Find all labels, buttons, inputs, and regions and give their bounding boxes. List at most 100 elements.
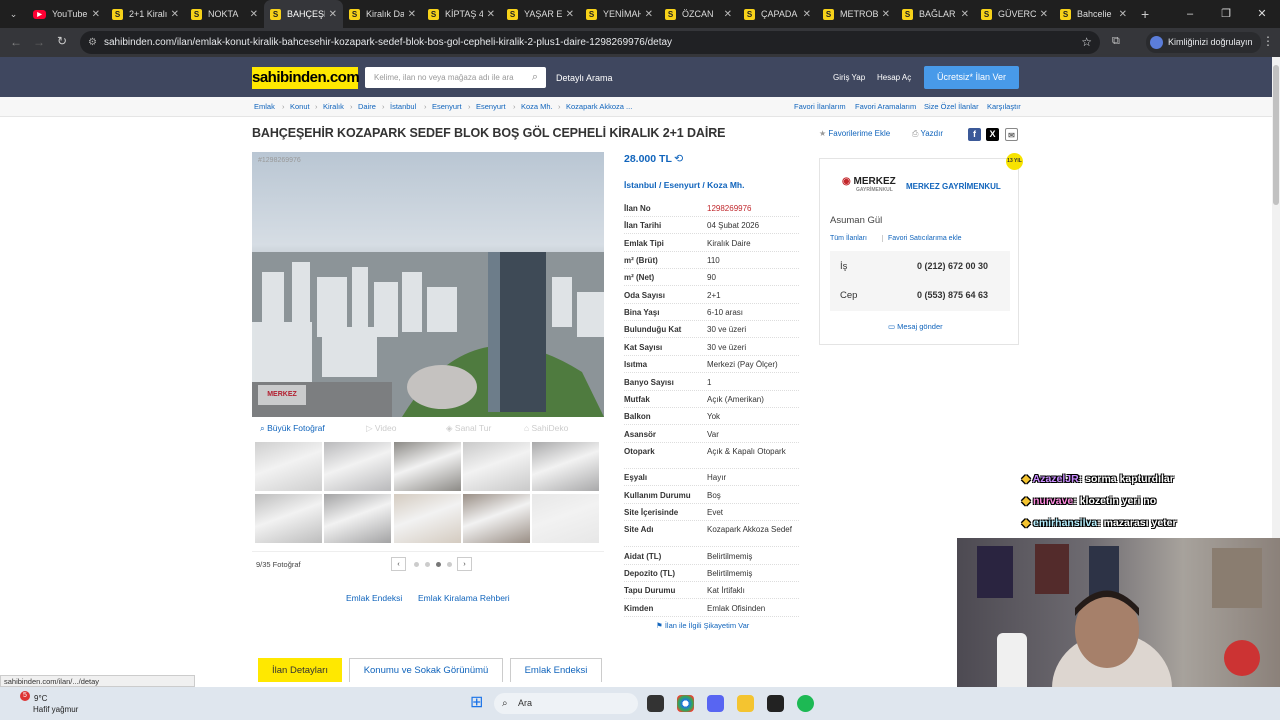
location-district[interactable]: Esenyurt bbox=[664, 180, 700, 190]
big-photo-link[interactable]: ⌕ Büyük Fotoğraf bbox=[260, 423, 325, 434]
sahideko-link[interactable]: ⌂ SahiDeko bbox=[524, 423, 568, 433]
chrome-icon[interactable] bbox=[677, 695, 694, 712]
close-tab-icon[interactable]: ✕ bbox=[92, 9, 100, 20]
forward-icon[interactable]: → bbox=[33, 35, 45, 49]
add-fav-seller-link[interactable]: Favori Satıcılarıma ekle bbox=[882, 235, 962, 242]
prev-photo-button[interactable]: ‹ bbox=[391, 557, 406, 571]
store-logo[interactable]: ◉ MERKEZ GAYRİMENKUL bbox=[842, 176, 896, 193]
site-logo[interactable]: sahibinden.com bbox=[252, 67, 360, 89]
browser-tab[interactable]: S 2+1 Kiralık ✕ bbox=[106, 0, 185, 28]
browser-tab[interactable]: S YENİMAH ✕ bbox=[580, 0, 659, 28]
taskbar-search[interactable]: ⌕ Ara bbox=[494, 693, 638, 714]
email-share-icon[interactable]: ✉ bbox=[1005, 128, 1018, 141]
detailed-search-link[interactable]: Detaylı Arama bbox=[556, 73, 613, 83]
obs-icon[interactable] bbox=[767, 695, 784, 712]
photo-thumbnail[interactable] bbox=[255, 494, 322, 543]
close-tab-icon[interactable]: ✕ bbox=[250, 9, 258, 20]
browser-tab[interactable]: S Kiralık Daire ✕ bbox=[343, 0, 422, 28]
close-tab-icon[interactable]: ✕ bbox=[803, 9, 811, 20]
pager-dot[interactable] bbox=[414, 562, 419, 567]
login-link[interactable]: Giriş Yap bbox=[833, 73, 865, 82]
restore-icon[interactable]: ❐ bbox=[1208, 0, 1244, 28]
all-listings-link[interactable]: Tüm İlanları bbox=[830, 235, 867, 242]
video-link[interactable]: ▷ Video bbox=[366, 423, 397, 434]
browser-tab[interactable]: S METROB ✕ bbox=[817, 0, 896, 28]
back-icon[interactable]: ← bbox=[10, 35, 22, 49]
store-name[interactable]: MERKEZ GAYRİMENKUL bbox=[906, 182, 1001, 191]
register-link[interactable]: Hesap Aç bbox=[877, 73, 911, 82]
add-favorite-link[interactable]: ★ Favorilerime Ekle bbox=[819, 129, 890, 138]
user-nav-link[interactable]: Favori Aramalarım bbox=[855, 102, 916, 111]
browser-tab[interactable]: S KİPTAŞ 4 ✕ bbox=[422, 0, 501, 28]
location-neighborhood[interactable]: Koza Mh. bbox=[707, 180, 744, 190]
bookmark-star-icon[interactable]: ☆ bbox=[1081, 31, 1092, 54]
x-share-icon[interactable]: X bbox=[986, 128, 999, 141]
phone-mobile[interactable]: 0 (553) 875 64 63 bbox=[917, 290, 988, 300]
new-tab-button[interactable]: + bbox=[1141, 6, 1149, 22]
close-tab-icon[interactable]: ✕ bbox=[329, 9, 337, 20]
site-info-icon[interactable]: ⚙ bbox=[88, 31, 97, 54]
minimize-icon[interactable]: – bbox=[1172, 0, 1208, 28]
extensions-icon[interactable]: ⧉ bbox=[1112, 35, 1120, 48]
photo-thumbnail[interactable] bbox=[324, 494, 392, 543]
price-history-icon[interactable]: ⟲ bbox=[674, 152, 683, 165]
close-tab-icon[interactable]: ✕ bbox=[487, 9, 495, 20]
phone-work[interactable]: 0 (212) 672 00 30 bbox=[917, 261, 988, 271]
rental-guide-link[interactable]: Emlak Kiralama Rehberi bbox=[418, 593, 510, 603]
breadcrumb-item[interactable]: Kiralık bbox=[323, 102, 344, 111]
browser-tab[interactable]: S ÖZCAN ✕ bbox=[659, 0, 738, 28]
location-city[interactable]: İstanbul bbox=[624, 180, 657, 190]
photo-thumbnail[interactable] bbox=[462, 494, 530, 543]
reload-icon[interactable]: ↻ bbox=[57, 34, 67, 48]
spotify-icon[interactable] bbox=[797, 695, 814, 712]
photo-thumbnail[interactable] bbox=[324, 442, 392, 491]
browser-menu-icon[interactable]: ⋮ bbox=[1262, 34, 1274, 48]
next-photo-button[interactable]: › bbox=[457, 557, 472, 571]
virtual-tour-link[interactable]: ◈ Sanal Tur bbox=[446, 423, 491, 434]
url-field[interactable]: ⚙ sahibinden.com/ilan/emlak-konut-kirali… bbox=[80, 31, 1100, 54]
windows-start-icon[interactable]: ⊞ bbox=[470, 695, 486, 711]
breadcrumb-item[interactable]: Kozapark Akkoza ... bbox=[566, 102, 632, 111]
photo-thumbnail[interactable] bbox=[393, 494, 461, 543]
user-nav-link[interactable]: Size Özel İlanlar bbox=[924, 102, 979, 111]
weather-desc[interactable]: Hafif yağmur bbox=[33, 705, 78, 714]
search-icon[interactable]: ⌕ bbox=[532, 67, 538, 88]
close-tab-icon[interactable]: ✕ bbox=[1040, 9, 1048, 20]
close-tab-icon[interactable]: ✕ bbox=[408, 9, 416, 20]
browser-tab[interactable]: S NOKTA ✕ bbox=[185, 0, 264, 28]
breadcrumb-item[interactable]: Koza Mh. bbox=[521, 102, 553, 111]
breadcrumb-item[interactable]: Esenyurt bbox=[476, 102, 506, 111]
browser-tab[interactable]: S GÜVERC ✕ bbox=[975, 0, 1054, 28]
report-link[interactable]: ⚑ İlan ile İlgili Şikayetim Var bbox=[656, 621, 749, 630]
pager-dot[interactable] bbox=[447, 562, 452, 567]
main-photo[interactable]: #1298269976 MERKEZ bbox=[252, 152, 604, 417]
discord-icon[interactable] bbox=[707, 695, 724, 712]
facebook-share-icon[interactable]: f bbox=[968, 128, 981, 141]
photo-thumbnail[interactable] bbox=[532, 494, 600, 543]
close-tab-icon[interactable]: ✕ bbox=[961, 9, 969, 20]
photo-thumbnail[interactable] bbox=[462, 442, 530, 491]
weather-temp[interactable]: 9°C bbox=[34, 694, 47, 703]
tab-listing-details[interactable]: İlan Detayları bbox=[258, 658, 342, 682]
pager-dot-active[interactable] bbox=[436, 562, 441, 567]
browser-tab[interactable]: S Bahcelie ✕ bbox=[1054, 0, 1133, 28]
photo-thumbnail[interactable] bbox=[532, 442, 600, 491]
profile-button[interactable]: Kimliğinizi doğrulayın bbox=[1146, 32, 1261, 53]
browser-tab[interactable]: ▶ YouTube ✕ bbox=[27, 0, 106, 28]
emlak-endeksi-link[interactable]: Emlak Endeksi bbox=[346, 593, 402, 603]
breadcrumb-item[interactable]: Konut bbox=[290, 102, 310, 111]
photo-thumbnail[interactable] bbox=[255, 442, 322, 491]
breadcrumb-item[interactable]: Esenyurt bbox=[432, 102, 462, 111]
user-nav-link[interactable]: Karşılaştır bbox=[987, 102, 1021, 111]
post-ad-button[interactable]: Ücretsiz* İlan Ver bbox=[924, 66, 1019, 89]
tab-location[interactable]: Konumu ve Sokak Görünümü bbox=[349, 658, 503, 682]
close-tab-icon[interactable]: ✕ bbox=[882, 9, 890, 20]
search-input[interactable]: Kelime, ilan no veya mağaza adı ile ara … bbox=[365, 67, 546, 88]
send-message-link[interactable]: ▭ Mesaj gönder bbox=[888, 322, 943, 331]
browser-tab[interactable]: S YAŞAR E ✕ bbox=[501, 0, 580, 28]
close-tab-icon[interactable]: ✕ bbox=[645, 9, 653, 20]
tab-search-icon[interactable]: ⌄ bbox=[0, 0, 27, 28]
file-explorer-icon[interactable] bbox=[737, 695, 754, 712]
breadcrumb-item[interactable]: Emlak bbox=[254, 102, 275, 111]
pager-dot[interactable] bbox=[425, 562, 430, 567]
